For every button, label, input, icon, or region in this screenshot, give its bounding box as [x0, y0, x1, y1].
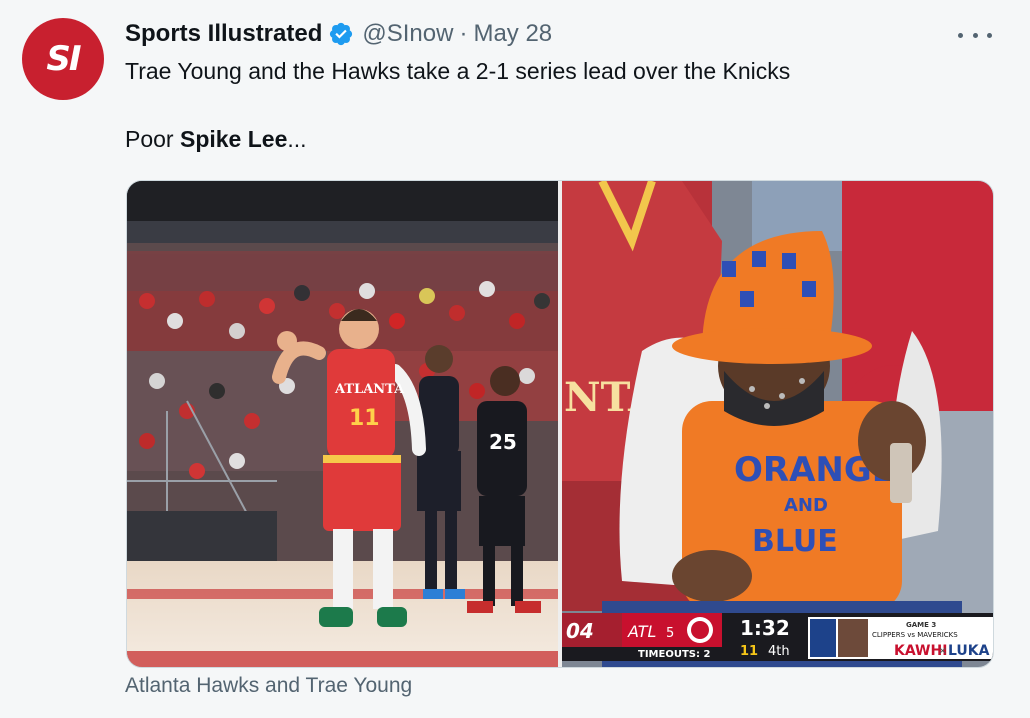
verified-badge-icon: [330, 22, 353, 46]
text-suffix: ...: [287, 126, 307, 152]
tweet[interactable]: SI Sports Illustrated @SInow · May 28 Tr…: [0, 0, 1030, 718]
scorebug-period: 4th: [768, 644, 790, 659]
scorebug-timeouts: TIMEOUTS: 2: [638, 649, 710, 660]
media-caption[interactable]: Atlanta Hawks and Trae Young: [125, 674, 412, 698]
jersey-number: 11: [349, 406, 380, 431]
promo-x: ×: [938, 644, 947, 657]
promo-game: GAME 3: [906, 621, 936, 629]
shirt-word-and: AND: [784, 495, 828, 516]
scorebug-shot-clock: 11: [740, 644, 758, 659]
separator-dot: ·: [459, 20, 468, 47]
text-prefix: Poor: [125, 126, 180, 152]
promo-player2: LUKA: [948, 643, 990, 659]
scorebug-home-fouls: 5: [666, 626, 674, 641]
scorebug-home-team: ATL: [627, 622, 656, 641]
promo-teams: CLIPPERS vs MAVERICKS: [872, 631, 958, 639]
avatar[interactable]: SI: [22, 18, 104, 100]
tweet-text-line1: Trae Young and the Hawks take a 2-1 seri…: [125, 58, 791, 84]
more-options-icon[interactable]: [958, 22, 992, 48]
tweet-header: Sports Illustrated @SInow · May 28: [125, 16, 552, 52]
opponent-jersey-number: 25: [489, 430, 517, 454]
account-handle[interactable]: @SInow: [362, 20, 453, 48]
tweet-text-line2: Poor Spike Lee...: [125, 126, 307, 153]
scorebug-away-score: 04: [566, 619, 594, 643]
media-grid: 25 ATLANTA 11 NTA ORANGE AND BLUE 04 ATL…: [126, 180, 994, 668]
shirt-word-blue: BLUE: [752, 524, 838, 559]
scorebug-clock: 1:32: [740, 616, 790, 640]
photo-trae-young[interactable]: 25 ATLANTA 11: [127, 181, 558, 667]
tweet-date[interactable]: May 28: [473, 20, 552, 48]
account-name[interactable]: Sports Illustrated: [125, 20, 322, 48]
avatar-logo-text: SI: [46, 39, 81, 79]
photo-spike-lee[interactable]: NTA ORANGE AND BLUE 04 ATL 5 TIMEOUTS: 2…: [562, 181, 993, 667]
tv-scorebug: 04 ATL 5 TIMEOUTS: 2 1:32 11 4th GAME 3 …: [562, 613, 993, 661]
mention-spike-lee: Spike Lee: [179, 126, 288, 152]
jersey-team-text: ATLANTA: [334, 382, 405, 397]
